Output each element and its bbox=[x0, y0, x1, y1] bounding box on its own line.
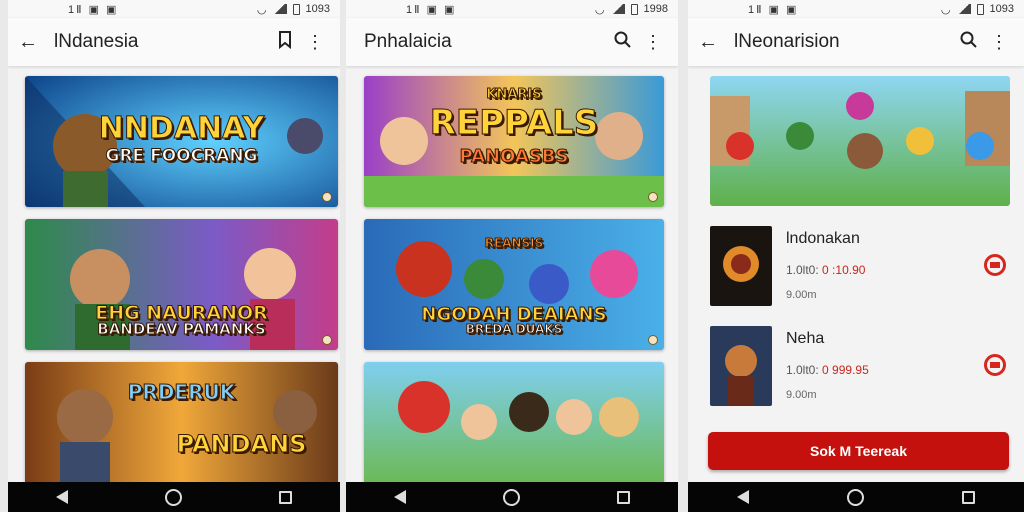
nav-recents-icon[interactable] bbox=[962, 490, 975, 504]
badge-icon bbox=[322, 335, 332, 345]
item-size: 9.00m bbox=[786, 289, 817, 301]
status-bar: 1Ⅱ ▣ ▣ ◡ 1998 bbox=[346, 0, 678, 18]
banner-small-title: PRDERUK bbox=[127, 380, 236, 404]
game-banner[interactable]: REANSIS NGODAH DEAIANS BREDA DUAKS bbox=[364, 219, 664, 350]
banner-small-title: REANSIS bbox=[484, 236, 544, 250]
page-title: Pnhalaicia bbox=[364, 31, 452, 52]
nav-home-icon[interactable] bbox=[164, 488, 182, 506]
item-thumbnail bbox=[710, 326, 772, 406]
status-bar: 1Ⅱ ▣ ▣ ◡ 1093 bbox=[8, 0, 340, 18]
game-banner[interactable]: KNARIS REPPALS PANOASBS bbox=[364, 76, 664, 207]
app-bar: ← lNdanesia ⋮ bbox=[8, 18, 340, 66]
badge-icon bbox=[648, 335, 658, 345]
item-thumbnail bbox=[710, 226, 772, 306]
item-meta: 1.0lt0: 0 999.95 bbox=[786, 363, 869, 377]
more-vert-icon[interactable]: ⋮ bbox=[984, 32, 1014, 53]
nav-back-icon[interactable] bbox=[737, 490, 749, 504]
banner-subtitle: BREDA DUAKS bbox=[465, 322, 563, 336]
back-arrow-icon[interactable]: ← bbox=[698, 31, 724, 54]
item-meta: 1.0lt0: 0 :10.90 bbox=[786, 263, 866, 277]
screenshot-triptych: 1Ⅱ ▣ ▣ ◡ 1093 ← lNdanesia ⋮ NNDANAY GRE … bbox=[0, 0, 1024, 512]
battery-icon bbox=[976, 3, 984, 15]
nav-back-icon[interactable] bbox=[56, 490, 69, 504]
item-name: Neha bbox=[786, 330, 825, 347]
item-info: Neha 1.0lt0: 0 999.95 9.00m bbox=[772, 326, 980, 401]
more-vert-icon[interactable]: ⋮ bbox=[300, 32, 330, 53]
battery-icon bbox=[292, 3, 300, 15]
battery-icon bbox=[630, 3, 638, 15]
status-left-icons: 1Ⅱ ▣ ▣ bbox=[68, 3, 119, 16]
system-nav-bar bbox=[688, 482, 1024, 512]
status-left-icons: 1Ⅱ ▣ ▣ bbox=[406, 3, 457, 16]
banner-subtitle: PANOASBS bbox=[459, 146, 569, 167]
wifi-icon: ◡ bbox=[256, 3, 267, 16]
system-nav-bar bbox=[8, 482, 340, 512]
app-bar: ← lNeonarision ⋮ bbox=[688, 18, 1024, 66]
item-name: lndonakan bbox=[786, 230, 860, 247]
status-time: 1998 bbox=[643, 3, 668, 15]
status-time: 1093 bbox=[989, 3, 1014, 15]
hero-image bbox=[710, 76, 1010, 206]
search-icon[interactable] bbox=[608, 31, 638, 54]
nav-recents-icon[interactable] bbox=[278, 490, 292, 504]
status-bar: 1Ⅱ ▣ ▣ ◡ 1093 bbox=[688, 0, 1024, 18]
wifi-icon: ◡ bbox=[594, 3, 605, 16]
phone-screen-2: 1Ⅱ ▣ ▣ ◡ 1998 Pnhalaicia ⋮ KNARIS REPPAL… bbox=[346, 0, 678, 512]
download-button[interactable] bbox=[980, 354, 1010, 376]
more-vert-icon[interactable]: ⋮ bbox=[638, 32, 668, 53]
phone-screen-1: 1Ⅱ ▣ ▣ ◡ 1093 ← lNdanesia ⋮ NNDANAY GRE … bbox=[8, 0, 340, 512]
nav-home-icon[interactable] bbox=[847, 488, 864, 506]
badge-icon bbox=[322, 192, 332, 202]
bookmark-icon[interactable] bbox=[270, 30, 300, 54]
game-banner[interactable] bbox=[364, 362, 664, 493]
page-title: lNdanesia bbox=[54, 31, 139, 52]
nav-back-icon[interactable] bbox=[394, 490, 407, 504]
item-price: 0 :10.90 bbox=[822, 263, 866, 277]
download-icon bbox=[984, 254, 1006, 276]
banner-title: NNDANAY bbox=[98, 111, 265, 146]
banner-subtitle: GRE FOOCRANG bbox=[105, 146, 258, 166]
back-arrow-icon[interactable]: ← bbox=[18, 31, 44, 54]
signal-icon bbox=[610, 4, 625, 14]
nav-recents-icon[interactable] bbox=[616, 490, 630, 504]
list-item[interactable]: lndonakan 1.0lt0: 0 :10.90 9.00m bbox=[710, 226, 1010, 306]
game-banner[interactable]: NNDANAY GRE FOOCRANG bbox=[25, 76, 338, 207]
app-bar: Pnhalaicia ⋮ bbox=[346, 18, 678, 66]
primary-action-button[interactable]: Sok M Teereak bbox=[708, 432, 1009, 470]
signal-icon bbox=[956, 4, 971, 14]
banner-list: NNDANAY GRE FOOCRANG EHG NAURANOR BANDEA… bbox=[8, 66, 340, 493]
search-icon[interactable] bbox=[954, 31, 984, 54]
wifi-icon: ◡ bbox=[940, 3, 951, 16]
game-banner[interactable]: EHG NAURANOR BANDEAV PAMANKS bbox=[25, 219, 338, 350]
banner-title: REPPALS bbox=[429, 103, 599, 143]
phone-screen-3: 1Ⅱ ▣ ▣ ◡ 1093 ← lNeonarision ⋮ lndonakan… bbox=[688, 0, 1024, 512]
badge-icon bbox=[648, 192, 658, 202]
item-info: lndonakan 1.0lt0: 0 :10.90 9.00m bbox=[772, 226, 980, 301]
nav-home-icon[interactable] bbox=[502, 488, 520, 506]
download-icon bbox=[984, 354, 1006, 376]
banner-title: PANDANS bbox=[176, 430, 307, 458]
signal-icon bbox=[272, 4, 287, 14]
system-nav-bar bbox=[346, 482, 678, 512]
banner-list: KNARIS REPPALS PANOASBS REANSIS NGODAH D… bbox=[346, 66, 678, 493]
item-size: 9.00m bbox=[786, 389, 817, 401]
status-time: 1093 bbox=[305, 3, 330, 15]
banner-subtitle: BANDEAV PAMANKS bbox=[97, 320, 266, 338]
banner-small-title: KNARIS bbox=[486, 87, 542, 102]
item-price: 0 999.95 bbox=[822, 363, 869, 377]
status-left-icons: 1Ⅱ ▣ ▣ bbox=[748, 3, 799, 16]
download-button[interactable] bbox=[980, 254, 1010, 276]
list-item[interactable]: Neha 1.0lt0: 0 999.95 9.00m bbox=[710, 326, 1010, 406]
game-banner[interactable]: PRDERUK PANDANS bbox=[25, 362, 338, 493]
page-title: lNeonarision bbox=[734, 31, 840, 52]
